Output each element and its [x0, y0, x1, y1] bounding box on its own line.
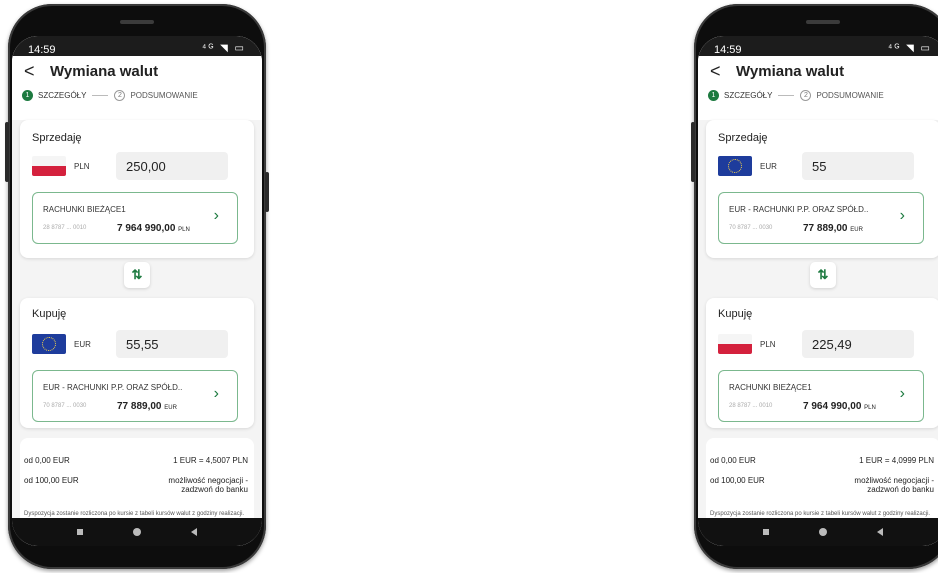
- sell-title: Sprzedaję: [32, 132, 82, 144]
- page-title: Wymiana walut: [50, 62, 159, 80]
- buy-account-selector[interactable]: EUR - RACHUNKI P.P. ORAZ SPÓŁD.. 70 8787…: [32, 370, 238, 422]
- eu-flag-icon: [718, 156, 752, 176]
- recents-icon[interactable]: [77, 529, 83, 535]
- sell-card: Sprzedaję PLN 250,00 RACHUNKI BIEŻĄCE1 2…: [20, 120, 254, 258]
- step-1-number: 1: [22, 90, 33, 101]
- pl-flag-icon: [32, 156, 66, 176]
- page-title: Wymiana walut: [736, 62, 845, 80]
- buy-title: Kupuję: [32, 308, 67, 320]
- sell-currency[interactable]: PLN: [74, 162, 90, 171]
- back-icon[interactable]: [877, 528, 883, 536]
- account-number: 70 8787 ... 0030: [43, 403, 87, 409]
- account-name: EUR - RACHUNKI P.P. ORAZ SPÓŁD..: [729, 205, 869, 214]
- power-button: [265, 172, 269, 212]
- step-2-number: 2: [800, 90, 812, 101]
- swap-currencies-button[interactable]: ⇅: [124, 262, 150, 288]
- status-icons: ⁴ᴳ ◥ ▭: [888, 43, 932, 54]
- step-divider: [778, 95, 795, 96]
- phone-right: 14:59 ⁴ᴳ ◥ ▭ < Wymiana walut 1 SZCZEGÓŁY…: [691, 4, 938, 569]
- header: < Wymiana walut: [710, 60, 844, 82]
- header: < Wymiana walut: [24, 60, 158, 82]
- sell-amount-input[interactable]: 55: [802, 152, 914, 180]
- account-name: RACHUNKI BIEŻĄCE1: [729, 383, 812, 392]
- swap-currencies-button[interactable]: ⇅: [810, 262, 836, 288]
- screen: 14:59 ⁴ᴳ ◥ ▭ < Wymiana walut 1 SZCZEGÓŁY…: [698, 36, 938, 546]
- buy-currency[interactable]: EUR: [74, 340, 91, 349]
- sell-title: Sprzedaję: [718, 132, 768, 144]
- volume-button: [691, 122, 695, 182]
- sell-account-selector[interactable]: RACHUNKI BIEŻĄCE1 28 8787 ... 0010 7 964…: [32, 192, 238, 244]
- sell-amount-input[interactable]: 250,00: [116, 152, 228, 180]
- step-1-label: SZCZEGÓŁY: [724, 91, 773, 100]
- sell-currency[interactable]: EUR: [760, 162, 777, 171]
- volume-button: [5, 122, 9, 182]
- chevron-right-icon: ›: [213, 385, 219, 402]
- buy-card: Kupuję EUR 55,55 EUR - RACHUNKI P.P. ORA…: [20, 298, 254, 428]
- screen: 14:59 ⁴ᴳ ◥ ▭ < Wymiana walut 1 SZCZEGÓŁY…: [12, 36, 262, 546]
- buy-account-selector[interactable]: RACHUNKI BIEŻĄCE1 28 8787 ... 0010 7 964…: [718, 370, 924, 422]
- recents-icon[interactable]: [763, 529, 769, 535]
- back-arrow-icon[interactable]: <: [710, 61, 728, 82]
- stepper: 1 SZCZEGÓŁY 2 PODSUMOWANIE: [708, 90, 884, 101]
- disclaimer: Dyspozycja zostanie rozliczona po kursie…: [24, 511, 245, 517]
- account-number: 70 8787 ... 0030: [729, 225, 773, 231]
- android-nav-bar: [12, 518, 262, 546]
- home-icon[interactable]: [133, 528, 141, 536]
- chevron-right-icon: ›: [899, 207, 905, 224]
- status-time: 14:59: [714, 44, 742, 56]
- buy-amount-input[interactable]: 225,49: [802, 330, 914, 358]
- step-1-number: 1: [708, 90, 719, 101]
- buy-title: Kupuję: [718, 308, 753, 320]
- buy-card: Kupuję PLN 225,49 RACHUNKI BIEŻĄCE1 28 8…: [706, 298, 938, 428]
- account-number: 28 8787 ... 0010: [43, 225, 87, 231]
- back-arrow-icon[interactable]: <: [24, 61, 42, 82]
- status-bar: 14:59 ⁴ᴳ ◥ ▭: [708, 42, 938, 56]
- step-1-label: SZCZEGÓŁY: [38, 91, 87, 100]
- buy-currency[interactable]: PLN: [760, 340, 776, 349]
- account-name: RACHUNKI BIEŻĄCE1: [43, 205, 126, 214]
- account-balance: 7 964 990,00 PLN: [803, 401, 876, 412]
- stepper: 1 SZCZEGÓŁY 2 PODSUMOWANIE: [22, 90, 198, 101]
- android-nav-bar: [698, 518, 938, 546]
- account-balance: 77 889,00 EUR: [803, 223, 863, 234]
- step-2-label: PODSUMOWANIE: [130, 91, 198, 100]
- step-2-number: 2: [114, 90, 126, 101]
- account-name: EUR - RACHUNKI P.P. ORAZ SPÓŁD..: [43, 383, 183, 392]
- eu-flag-icon: [32, 334, 66, 354]
- sell-card: Sprzedaję EUR 55 EUR - RACHUNKI P.P. ORA…: [706, 120, 938, 258]
- pl-flag-icon: [718, 334, 752, 354]
- account-balance: 7 964 990,00 PLN: [117, 223, 190, 234]
- account-balance: 77 889,00 EUR: [117, 401, 177, 412]
- speaker: [806, 20, 840, 24]
- home-icon[interactable]: [819, 528, 827, 536]
- step-2-label: PODSUMOWANIE: [816, 91, 884, 100]
- status-icons: ⁴ᴳ ◥ ▭: [202, 43, 246, 54]
- chevron-right-icon: ›: [899, 385, 905, 402]
- speaker: [120, 20, 154, 24]
- sell-account-selector[interactable]: EUR - RACHUNKI P.P. ORAZ SPÓŁD.. 70 8787…: [718, 192, 924, 244]
- status-time: 14:59: [28, 44, 56, 56]
- buy-amount-input[interactable]: 55,55: [116, 330, 228, 358]
- disclaimer: Dyspozycja zostanie rozliczona po kursie…: [710, 511, 931, 517]
- chevron-right-icon: ›: [213, 207, 219, 224]
- step-divider: [92, 95, 109, 96]
- account-number: 28 8787 ... 0010: [729, 403, 773, 409]
- status-bar: 14:59 ⁴ᴳ ◥ ▭: [22, 42, 252, 56]
- back-icon[interactable]: [191, 528, 197, 536]
- phone-left: 14:59 ⁴ᴳ ◥ ▭ < Wymiana walut 1 SZCZEGÓŁY…: [5, 4, 269, 569]
